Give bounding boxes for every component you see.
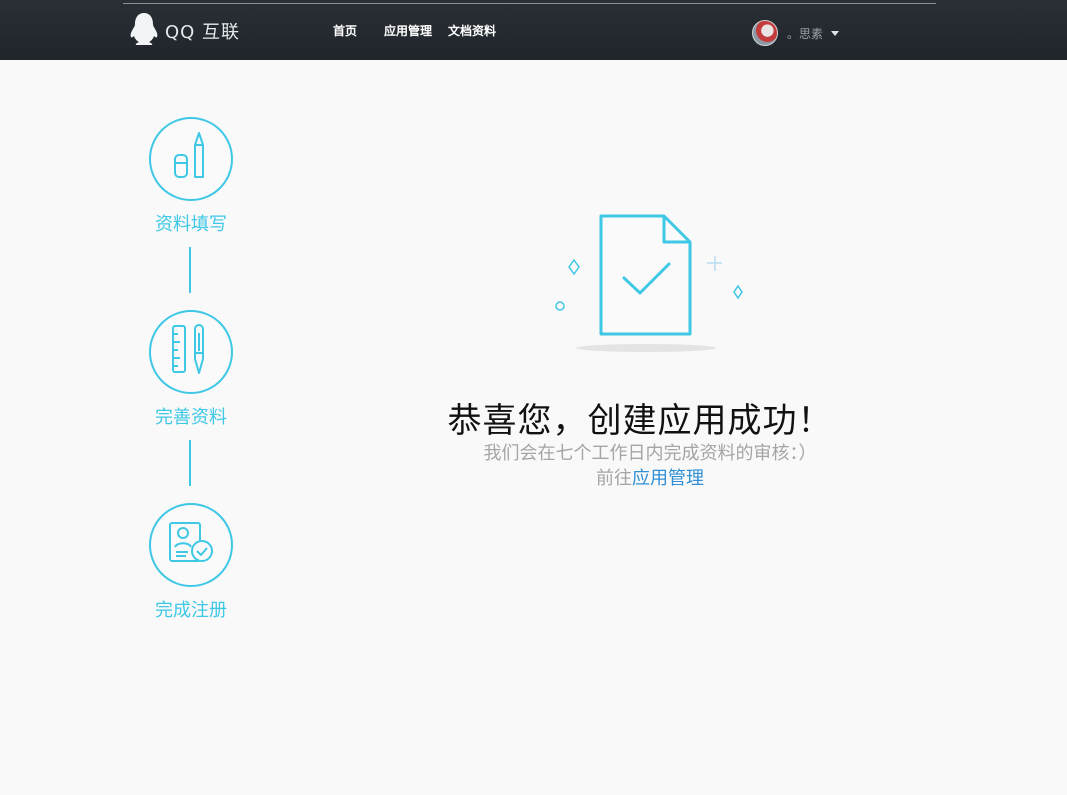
nav-home[interactable]: 首页: [333, 22, 357, 39]
ruler-pen-icon: [169, 323, 213, 381]
step-label: 完成注册: [155, 600, 227, 621]
step-registration-done: 完成注册: [149, 503, 233, 621]
review-notice: 我们会在七个工作日内完成资料的审核：）: [483, 443, 817, 464]
main-nav: 首页 应用管理 文档资料: [333, 22, 496, 39]
success-title: 恭喜您，创建应用成功！: [447, 401, 833, 441]
nav-documentation[interactable]: 文档资料: [448, 22, 496, 39]
goto-line: 前往应用管理: [440, 464, 860, 490]
step-circle: [149, 503, 233, 587]
step-connector: [189, 440, 191, 486]
app-management-link[interactable]: 应用管理: [632, 468, 704, 489]
step-circle: [149, 117, 233, 201]
user-menu[interactable]: 。思素: [752, 20, 840, 46]
qq-penguin-icon: [130, 12, 158, 50]
goto-prefix: 前往: [596, 468, 632, 489]
pencil-eraser-icon: [169, 131, 213, 187]
caret-down-icon[interactable]: [831, 30, 840, 36]
id-card-check-icon: [166, 519, 216, 571]
logo-text: QQ 互联: [165, 22, 241, 43]
step-connector: [189, 247, 191, 293]
step-complete-info: 完善资料: [149, 310, 233, 428]
success-document-illustration: [550, 210, 750, 360]
top-divider: [123, 3, 936, 4]
qq-connect-logo[interactable]: QQ 互联: [130, 12, 241, 50]
step-label: 资料填写: [155, 214, 227, 235]
avatar[interactable]: [752, 20, 778, 46]
top-navbar: QQ 互联 首页 应用管理 文档资料 。思素: [0, 0, 1067, 60]
nav-app-management[interactable]: 应用管理: [384, 22, 432, 39]
step-label: 完善资料: [155, 407, 227, 428]
step-fill-info: 资料填写: [149, 117, 233, 235]
step-circle: [149, 310, 233, 394]
user-name[interactable]: 。思素: [787, 25, 823, 42]
